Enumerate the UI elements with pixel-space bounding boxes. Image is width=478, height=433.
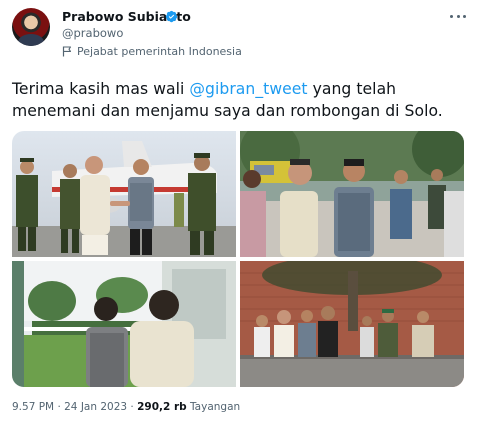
photo-walking-outdoors[interactable] xyxy=(240,131,464,257)
verified-badge-icon xyxy=(165,10,178,23)
mention-link[interactable]: @gibran_tweet xyxy=(189,80,307,98)
meta-separator-2: · xyxy=(127,401,138,413)
more-options-icon[interactable] xyxy=(450,10,466,22)
tweet-time[interactable]: 9.57 PM xyxy=(12,401,54,413)
flag-icon xyxy=(62,46,72,57)
views-label: Tayangan xyxy=(190,401,241,413)
views-count: 290,2 rb xyxy=(137,401,187,413)
photo-airport-handshake[interactable] xyxy=(12,131,236,257)
tweet-metadata: 9.57 PM · 24 Jan 2023 · 290,2 rb Tayanga… xyxy=(12,401,240,413)
tweet-text: Terima kasih mas wali @gibran_tweet yang… xyxy=(12,78,467,122)
photo-group-brick-wall[interactable] xyxy=(240,261,464,387)
media-grid xyxy=(12,131,464,387)
tweet-date[interactable]: 24 Jan 2023 xyxy=(64,401,127,413)
tweet-text-start: Terima kasih mas wali xyxy=(12,80,190,98)
meta-separator: · xyxy=(54,401,65,413)
photo-garden-view[interactable] xyxy=(12,261,236,387)
tweet-card: Prabowo Subianto @prabowo Pejabat pemeri… xyxy=(0,0,478,433)
affiliation-text: Pejabat pemerintah Indonesia xyxy=(77,45,242,58)
affiliation-label: Pejabat pemerintah Indonesia xyxy=(62,45,242,58)
author-avatar[interactable] xyxy=(12,8,50,46)
author-handle[interactable]: @prabowo xyxy=(62,26,123,40)
